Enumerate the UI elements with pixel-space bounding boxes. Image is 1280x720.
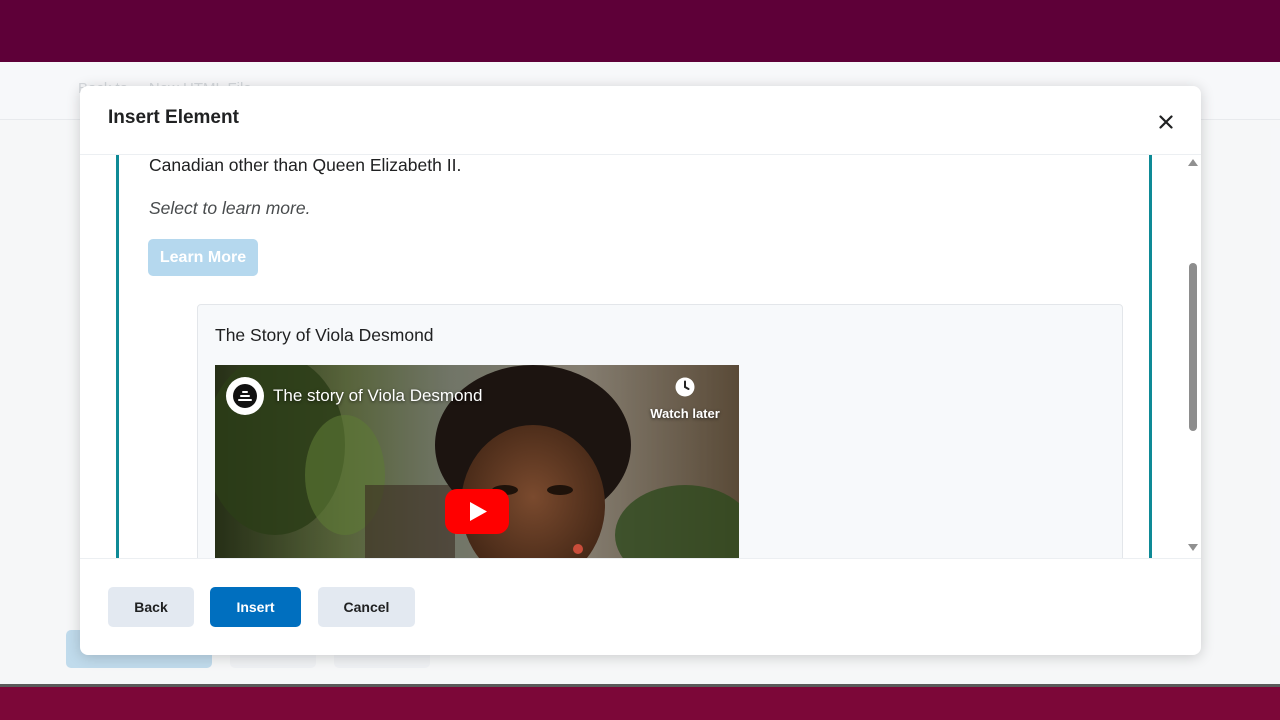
channel-logo-icon[interactable] [226, 377, 264, 415]
video-card: The Story of Viola Desmond The story of … [197, 304, 1123, 558]
scrollbar-thumb[interactable] [1189, 263, 1197, 431]
play-button[interactable] [445, 489, 509, 534]
play-icon [445, 489, 509, 534]
dialog-footer: Back Insert Cancel [80, 558, 1201, 655]
dialog-header: Insert Element [80, 86, 1201, 155]
close-button[interactable] [1154, 110, 1178, 134]
close-icon [1159, 115, 1173, 129]
scroll-up-arrow-icon[interactable] [1188, 159, 1198, 166]
back-button[interactable]: Back [108, 587, 194, 627]
dialog-body: Canadian other than Queen Elizabeth II. … [80, 155, 1201, 558]
scroll-down-arrow-icon[interactable] [1188, 544, 1198, 551]
insert-element-dialog: Insert Element Canadian other than Queen… [80, 86, 1201, 655]
learn-more-button[interactable]: Learn More [148, 239, 258, 276]
watch-later-button[interactable]: Watch later [647, 376, 723, 421]
cancel-button[interactable]: Cancel [318, 587, 415, 627]
video-player[interactable]: The story of Viola Desmond Watch later [215, 365, 739, 558]
dialog-scrollbar[interactable] [1184, 155, 1201, 558]
clock-icon [675, 377, 695, 397]
preview-hint-text: Select to learn more. [149, 198, 311, 218]
preview-body-text: Canadian other than Queen Elizabeth II. [149, 155, 462, 175]
video-card-title: The Story of Viola Desmond [215, 325, 434, 345]
dialog-title: Insert Element [108, 107, 239, 128]
bottom-brand-band [0, 684, 1280, 720]
element-preview-frame: Canadian other than Queen Elizabeth II. … [116, 155, 1152, 558]
video-player-title[interactable]: The story of Viola Desmond [273, 386, 482, 406]
top-brand-band [0, 0, 1280, 62]
insert-button[interactable]: Insert [210, 587, 301, 627]
watch-later-label: Watch later [650, 406, 720, 421]
